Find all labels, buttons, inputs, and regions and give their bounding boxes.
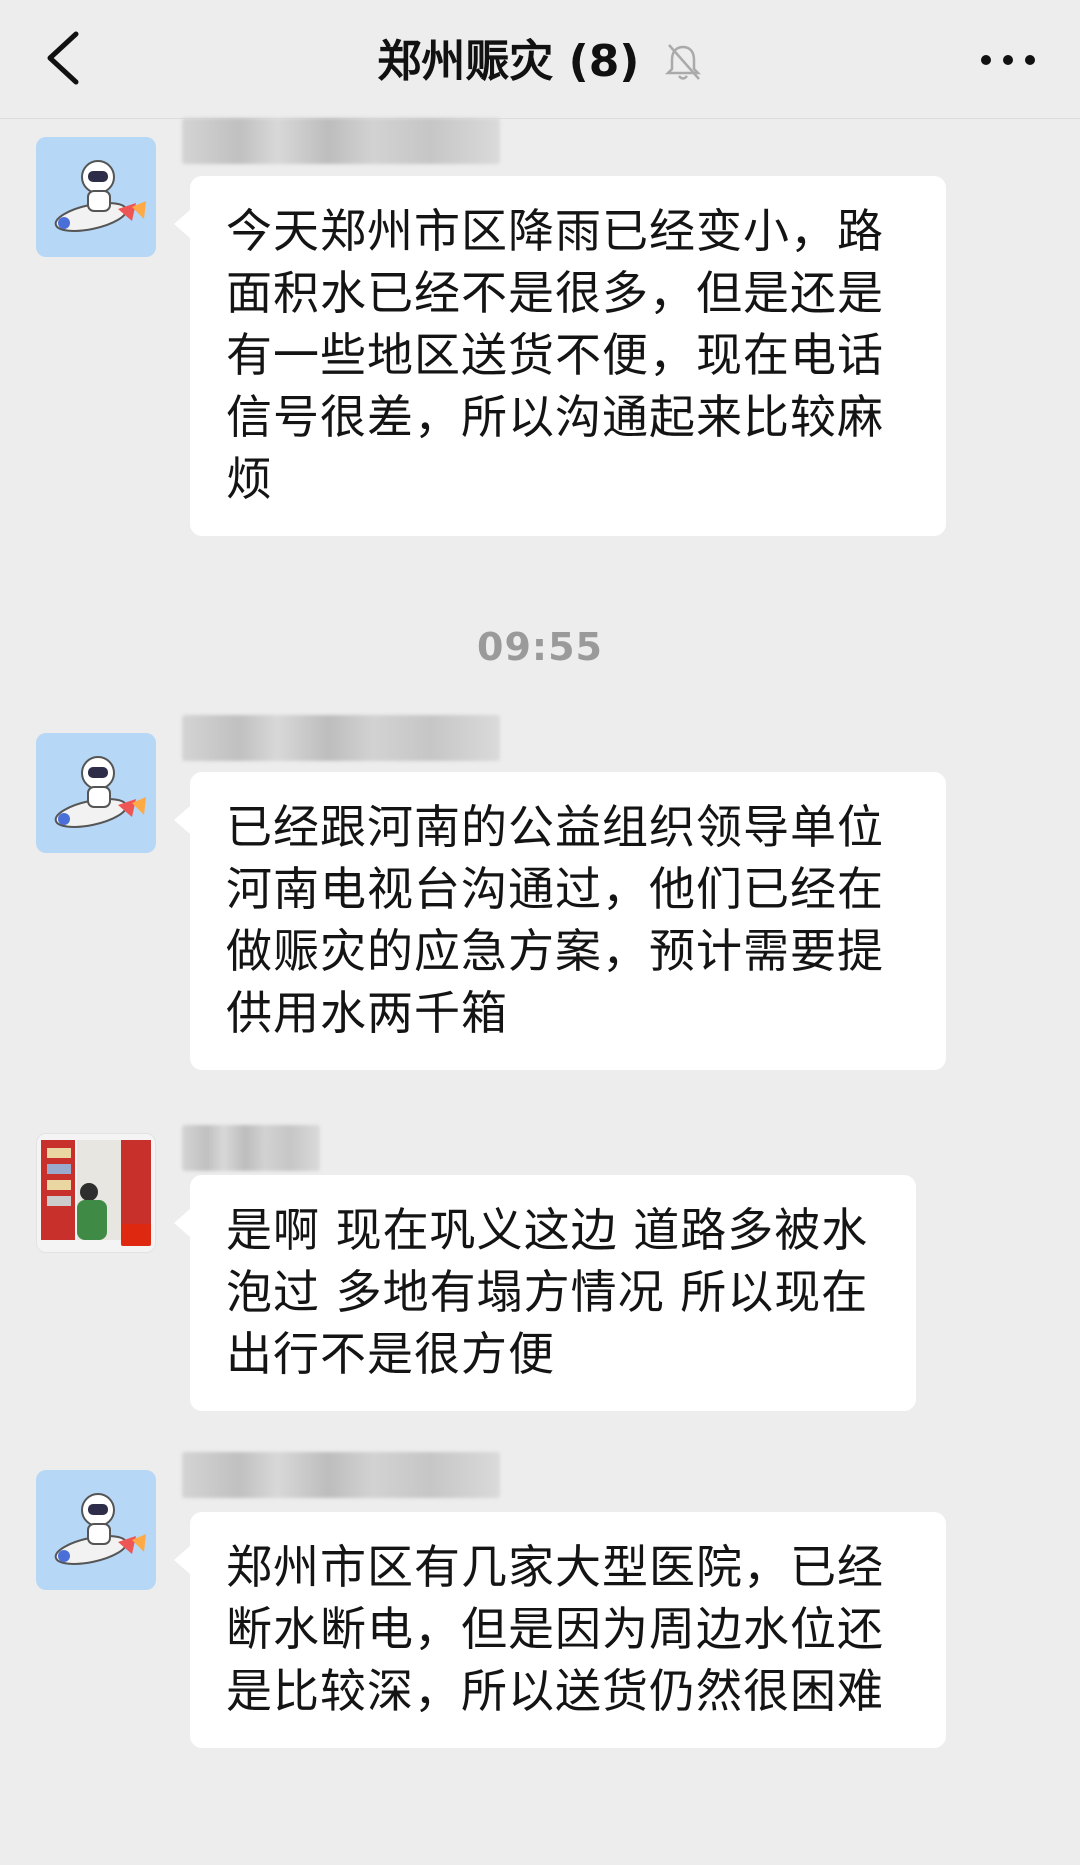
astronaut-rocket-icon: [54, 756, 146, 828]
message-timestamp: 09:55: [477, 625, 603, 669]
avatar[interactable]: [36, 733, 156, 853]
bell-off-icon: [664, 44, 701, 80]
sender-name-blurred: [182, 1452, 500, 1498]
sender-name-blurred: [182, 715, 500, 761]
china-flag-icon: [121, 1224, 151, 1246]
chat-header: 郑州赈灾 (8): [0, 0, 1080, 119]
message-bubble[interactable]: 是啊 现在巩义这边 道路多被水泡过 多地有塌方情况 所以现在出行不是很方便: [174, 1175, 916, 1411]
group-name: 郑州赈灾: [377, 36, 554, 87]
message-bubble[interactable]: 今天郑州市区降雨已经变小，路面积水已经不是很多，但是还是有一些地区送货不便，现在…: [174, 176, 946, 536]
astronaut-rocket-icon: [54, 160, 146, 232]
message-bubble[interactable]: 已经跟河南的公益组织领导单位河南电视台沟通过，他们已经在做赈灾的应急方案，预计需…: [174, 772, 946, 1070]
sender-name-blurred: [182, 118, 500, 164]
avatar[interactable]: [36, 137, 156, 257]
avatar[interactable]: [36, 1470, 156, 1590]
member-count: (8): [568, 36, 640, 87]
chat-title: 郑州赈灾 (8): [0, 30, 1080, 90]
sender-name-blurred: [182, 1125, 320, 1171]
message-bubble[interactable]: 郑州市区有几家大型医院，已经断水断电，但是因为周边水位还是比较深，所以送货仍然很…: [174, 1512, 946, 1748]
avatar[interactable]: [36, 1133, 156, 1253]
astronaut-rocket-icon: [54, 1493, 146, 1565]
more-horizontal-icon[interactable]: [972, 40, 1044, 80]
